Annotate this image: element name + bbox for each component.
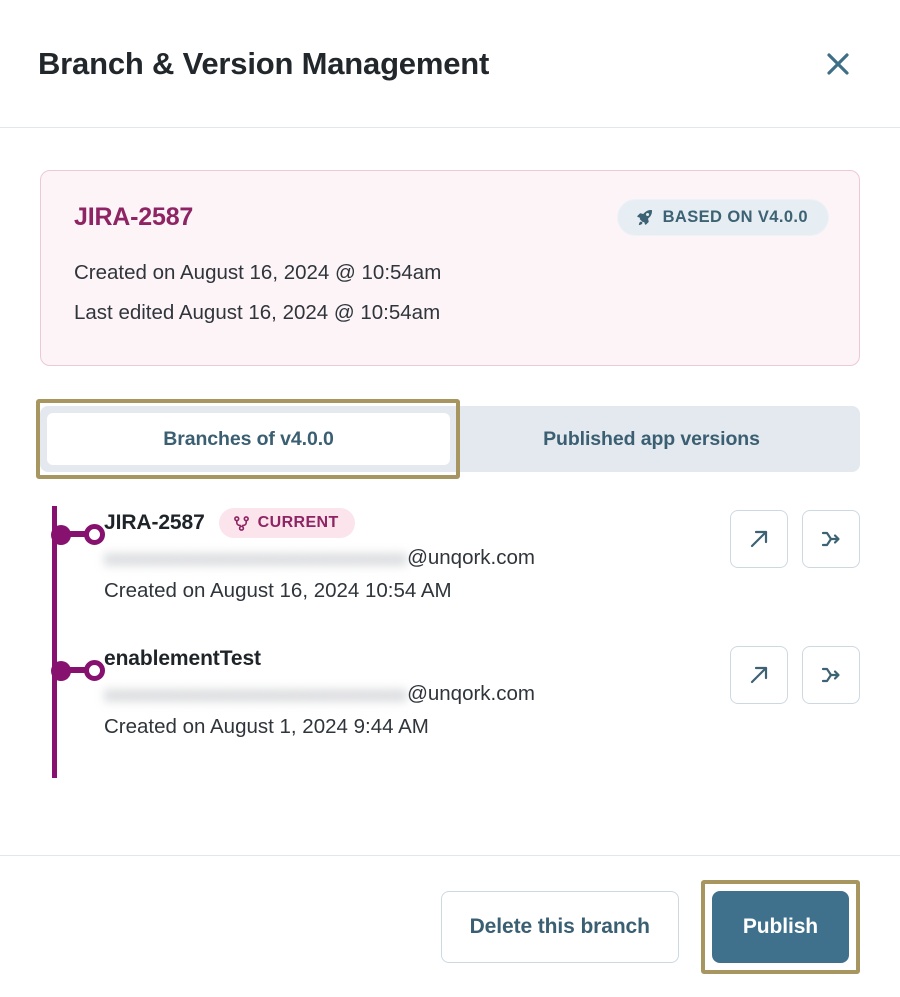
branch-actions: [730, 642, 860, 704]
branch-created-date: Created on August 16, 2024 10:54 AM: [104, 579, 452, 602]
publish-focus-ring: Publish: [700, 879, 860, 974]
branch-name: enablementTest: [104, 647, 261, 670]
rocket-icon: [635, 208, 654, 227]
dialog-footer: Delete this branch Publish: [0, 855, 900, 997]
branch-header: JIRA-2587 CURRENT: [104, 506, 730, 540]
based-on-version-label: BASED ON V4.0.0: [662, 208, 808, 226]
email-domain-text: @unqork.com: [407, 682, 535, 705]
dialog-body: JIRA-2587 BASED ON V4.0.0 Created on Aug…: [0, 128, 900, 855]
tab-published-versions[interactable]: Published app versions: [450, 413, 853, 465]
git-branch-icon: [233, 515, 250, 532]
table-row[interactable]: enablementTest xxxxxxxxxxxxxxxxxxxxxxxxx…: [51, 642, 860, 778]
publish-button[interactable]: Publish: [711, 890, 849, 963]
page-title: Branch & Version Management: [38, 45, 490, 81]
arrow-up-right-icon: [746, 526, 772, 552]
branch-version-management-dialog: Branch & Version Management JIRA-2587 BA…: [0, 0, 900, 997]
branch-header: enablementTest: [104, 642, 730, 676]
status-badge-label: CURRENT: [257, 514, 339, 531]
open-branch-button[interactable]: [730, 510, 788, 568]
branch-created-date: Created on August 1, 2024 9:44 AM: [104, 715, 429, 738]
close-icon: [824, 50, 852, 78]
branch-author-email: xxxxxxxxxxxxxxxxxxxxxxxxxxxxx @unqork.co…: [104, 546, 730, 570]
email-domain-text: @unqork.com: [407, 546, 535, 569]
branch-author-email: xxxxxxxxxxxxxxxxxxxxxxxxxxxxx @unqork.co…: [104, 682, 730, 706]
close-button[interactable]: [816, 42, 860, 86]
branch-list: JIRA-2587 CURRENT xxxxxxxxxxxxxxxxxxxxxx…: [40, 506, 860, 778]
merge-icon: [818, 662, 844, 688]
branch-details: JIRA-2587 CURRENT xxxxxxxxxxxxxxxxxxxxxx…: [104, 506, 730, 603]
timeline-node-icon: [51, 523, 106, 547]
based-on-version-badge: BASED ON V4.0.0: [616, 199, 829, 236]
dialog-header: Branch & Version Management: [0, 0, 900, 128]
tabs-container: Branches of v4.0.0 Published app version…: [36, 399, 860, 479]
current-branch-name: JIRA-2587: [74, 203, 194, 231]
redacted-email-text: xxxxxxxxxxxxxxxxxxxxxxxxxxxxx: [104, 547, 408, 570]
merge-branch-button[interactable]: [802, 510, 860, 568]
redacted-email-text: xxxxxxxxxxxxxxxxxxxxxxxxxxxxx: [104, 683, 408, 706]
open-branch-button[interactable]: [730, 646, 788, 704]
current-branch-info-card: JIRA-2587 BASED ON V4.0.0 Created on Aug…: [40, 170, 860, 366]
timeline-node-icon: [51, 659, 106, 683]
status-badge: CURRENT: [218, 508, 355, 538]
arrow-up-right-icon: [746, 662, 772, 688]
merge-branch-button[interactable]: [802, 646, 860, 704]
created-on-text: Created on August 16, 2024 @ 10:54am: [74, 261, 442, 284]
branch-details: enablementTest xxxxxxxxxxxxxxxxxxxxxxxxx…: [104, 642, 730, 739]
branch-name: JIRA-2587: [104, 511, 205, 534]
tab-list: Branches of v4.0.0 Published app version…: [40, 406, 860, 472]
delete-branch-button[interactable]: Delete this branch: [440, 890, 679, 963]
tab-branches[interactable]: Branches of v4.0.0: [47, 413, 450, 465]
merge-icon: [818, 526, 844, 552]
info-card-header: JIRA-2587 BASED ON V4.0.0: [74, 199, 829, 236]
branch-actions: [730, 506, 860, 568]
table-row[interactable]: JIRA-2587 CURRENT xxxxxxxxxxxxxxxxxxxxxx…: [51, 506, 860, 642]
last-edited-text: Last edited August 16, 2024 @ 10:54am: [74, 301, 441, 324]
